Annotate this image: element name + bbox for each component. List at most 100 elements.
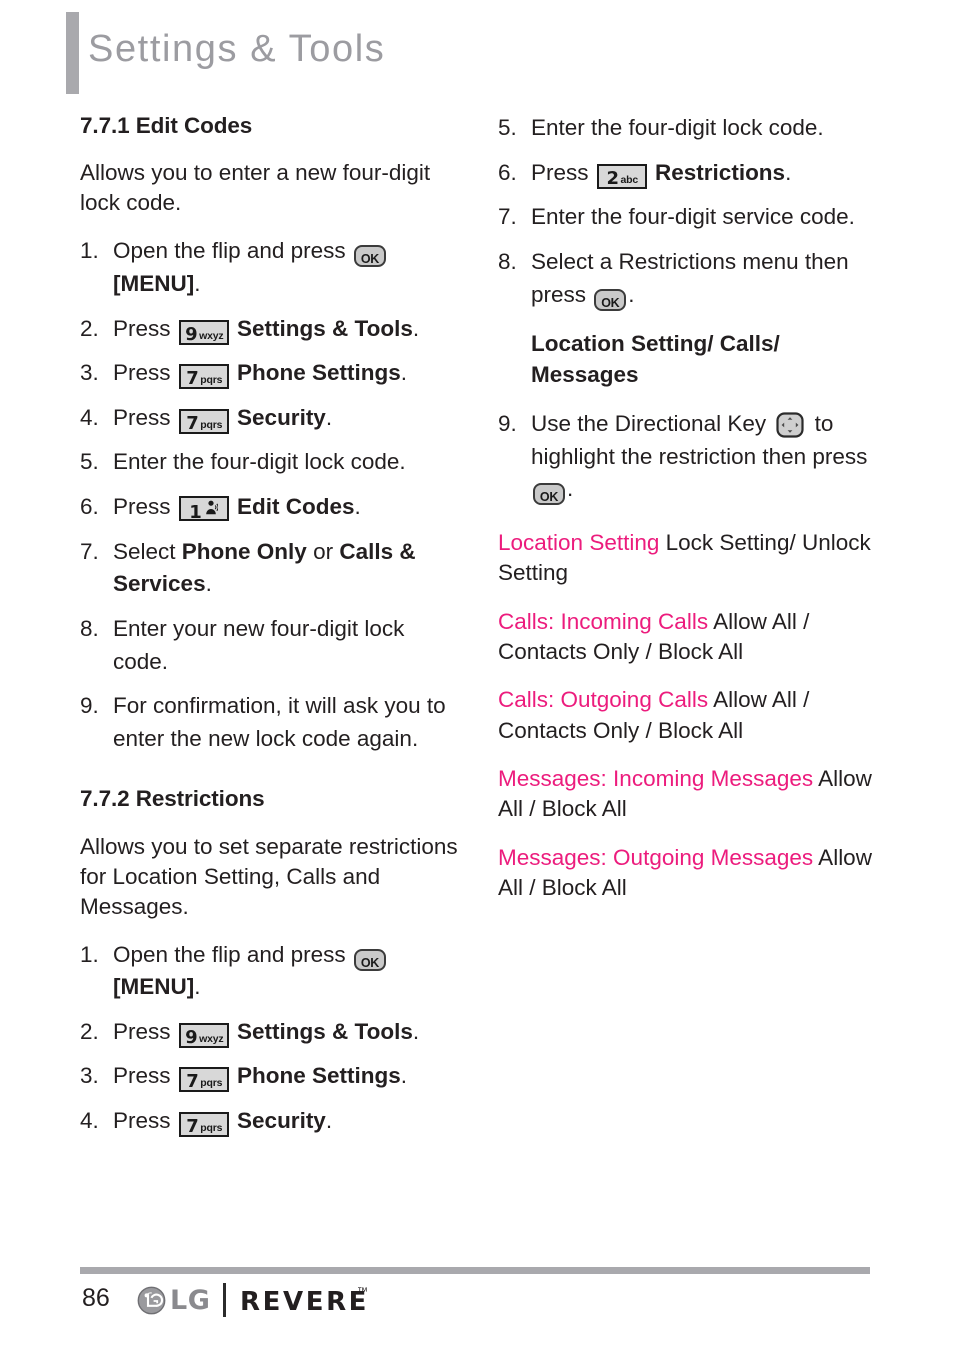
step-item: 4. Press 7 pqrs Security. xyxy=(80,1105,460,1138)
step-number: 7. xyxy=(498,204,517,230)
step-item: 5. Enter the four-digit lock code. xyxy=(80,446,460,479)
step-text: Select xyxy=(113,538,182,564)
key-letters: abc xyxy=(620,173,639,186)
key-9-wxyz-icon: 9 wxyz xyxy=(178,319,229,345)
step-tail: . xyxy=(194,270,201,296)
step-item: 3. Press 7 pqrs Phone Settings. xyxy=(80,357,460,390)
step-text: For confirmation, it will ask you to ent… xyxy=(113,693,446,751)
step-item: 2. Press 9 wxyz Settings & Tools. xyxy=(80,313,460,346)
step-item: 6. Press 1 Edit Codes. xyxy=(80,491,460,524)
step-text: Press xyxy=(113,494,177,520)
step-tail: . xyxy=(325,404,333,430)
page-title: Settings & Tools xyxy=(88,28,386,70)
step-item: 8. Enter your new four-digit lock code. xyxy=(80,613,460,678)
step-tail: . xyxy=(628,281,635,307)
step-bold-text: Phone Only xyxy=(181,538,307,564)
footer-divider xyxy=(80,1267,870,1274)
step-item: 3. Press 7 pqrs Phone Settings. xyxy=(80,1060,460,1093)
key-9-wxyz-icon: 9 wxyz xyxy=(178,1022,229,1048)
key-7-pqrs-icon: 7 pqrs xyxy=(178,1067,229,1093)
option-line: Calls: Incoming Calls Allow All / Contac… xyxy=(498,607,878,668)
step-number: 5. xyxy=(498,115,517,140)
step-bold-text: Restrictions xyxy=(655,159,786,185)
model-name: REVERE xyxy=(240,1287,370,1317)
lg-logo-icon xyxy=(137,1286,166,1315)
key-letters: pqrs xyxy=(200,374,223,387)
left-column: 7.7.1 Edit Codes Allows you to enter a n… xyxy=(80,112,460,1150)
step-number: 7. xyxy=(80,538,99,564)
ok-key-icon: OK xyxy=(533,483,565,506)
step-number: 1. xyxy=(80,941,99,967)
step-text: Enter your new four-digit lock code. xyxy=(113,615,405,674)
page-number: 86 xyxy=(82,1284,110,1312)
step-tail: . xyxy=(194,974,201,1000)
step-item: 6. Press 2 abc Restrictions. xyxy=(498,157,878,190)
step-number: 6. xyxy=(80,494,99,520)
option-name: Messages: Incoming Messages xyxy=(498,766,814,791)
step-bold-text: Security xyxy=(237,1108,326,1134)
step-number: 4. xyxy=(80,1108,99,1134)
directional-key-icon xyxy=(775,412,805,438)
step-number: 4. xyxy=(80,404,99,430)
step-text: Enter the four-digit service code. xyxy=(531,204,855,230)
option-line: Location Setting Lock Setting/ Unlock Se… xyxy=(498,528,878,589)
key-digit: 1 xyxy=(189,502,202,524)
key-digit: 7 xyxy=(186,1071,199,1093)
step-item: 5. Enter the four-digit lock code. xyxy=(498,112,878,145)
key-letters: pqrs xyxy=(200,418,223,431)
key-letters: pqrs xyxy=(200,1077,223,1090)
key-digit: 9 xyxy=(185,1026,198,1048)
voicemail-icon xyxy=(205,498,219,519)
step-tail: . xyxy=(354,494,361,520)
step-number: 9. xyxy=(498,410,517,436)
ok-key-label: OK xyxy=(539,490,559,505)
step-bold-text: Settings & Tools xyxy=(237,315,413,341)
page-header: Settings & Tools xyxy=(0,0,954,104)
step-bold-text: Phone Settings xyxy=(237,1063,401,1089)
step-tail: . xyxy=(412,1018,420,1044)
option-line: Calls: Outgoing Calls Allow All / Contac… xyxy=(498,685,878,746)
key-digit: 9 xyxy=(185,323,198,345)
step-bold-text: Phone Settings xyxy=(237,360,401,386)
step-tail: . xyxy=(325,1108,333,1134)
step-tail: . xyxy=(400,1063,408,1089)
ok-key-icon: OK xyxy=(353,948,386,971)
option-name: Location Setting xyxy=(498,529,660,555)
restrictions-menu-subheading: Location Setting/ Calls/ Messages xyxy=(531,331,780,387)
key-letters: pqrs xyxy=(200,1122,223,1135)
step-bold-text: Settings & Tools xyxy=(237,1018,413,1044)
step-item: 8. Select a Restrictions menu then press … xyxy=(498,246,878,311)
step-number: 2. xyxy=(80,315,99,341)
step-conjunction: or xyxy=(306,538,340,564)
step-bold-text: Edit Codes xyxy=(237,494,355,520)
step-tail: . xyxy=(400,360,408,386)
step-text: Enter the four-digit lock code. xyxy=(113,449,406,475)
step-number: 2. xyxy=(80,1018,99,1044)
step-text: Open the flip and press xyxy=(113,941,352,967)
step-number: 1. xyxy=(80,238,99,264)
key-2-abc-icon: 2 abc xyxy=(596,163,647,189)
step-item: 1. Open the flip and press OK [MENU]. xyxy=(80,939,460,1004)
option-line: Messages: Outgoing Messages Allow All / … xyxy=(498,843,878,904)
key-digit: 2 xyxy=(606,167,620,189)
step-text: Press xyxy=(113,315,177,341)
section-intro-edit-codes: Allows you to enter a new four-digit loc… xyxy=(80,160,431,216)
step-text: Press xyxy=(113,360,177,386)
step-text: Open the flip and press xyxy=(113,238,352,264)
step-item: 9. Use the Directional Key to highlight t… xyxy=(498,408,878,506)
option-name: Calls: Outgoing Calls xyxy=(498,687,709,713)
ok-key-label: OK xyxy=(360,252,379,267)
ok-key-label: OK xyxy=(601,295,620,310)
step-number: 6. xyxy=(498,159,517,185)
step-tail: . xyxy=(567,476,574,502)
key-1-voicemail-icon: 1 xyxy=(178,496,229,524)
step-tail: . xyxy=(205,571,212,597)
key-7-pqrs-icon: 7 pqrs xyxy=(178,408,229,434)
header-accent-bar xyxy=(66,12,79,94)
key-digit: 7 xyxy=(186,412,199,434)
step-item: 9. For confirmation, it will ask you to e… xyxy=(80,690,460,755)
step-number: 3. xyxy=(80,1063,99,1089)
section-heading-restrictions: 7.7.2 Restrictions xyxy=(80,786,265,812)
step-bold-text: [MENU] xyxy=(113,270,195,296)
section-heading-edit-codes: 7.7.1 Edit Codes xyxy=(80,113,253,138)
